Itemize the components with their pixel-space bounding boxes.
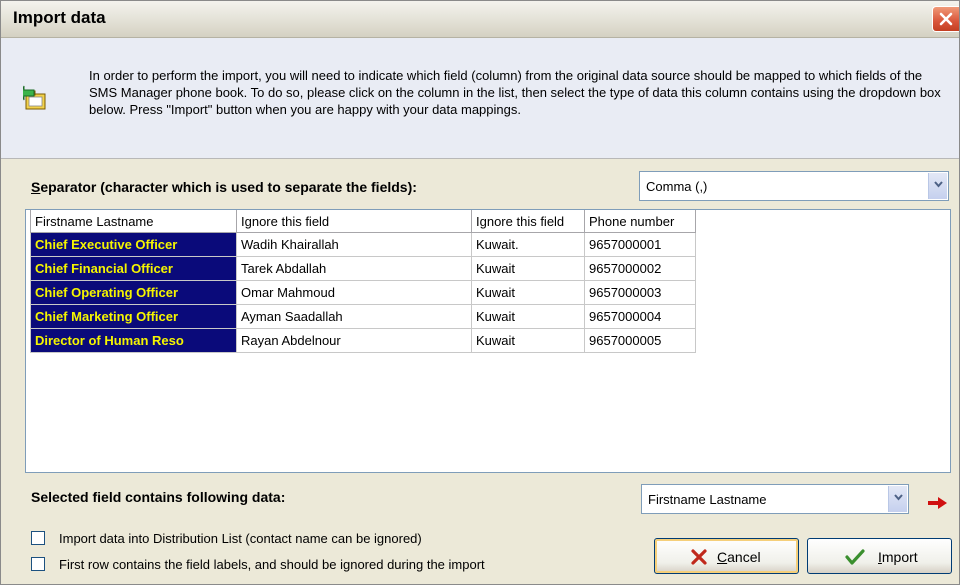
- table-cell[interactable]: 9657000004: [584, 304, 696, 329]
- first-row-labels-checkbox[interactable]: [31, 557, 45, 571]
- table-cell[interactable]: Omar Mahmoud: [236, 280, 472, 305]
- first-row-labels-option[interactable]: First row contains the field labels, and…: [31, 557, 631, 573]
- field-type-value: Firstname Lastname: [648, 492, 767, 507]
- distribution-list-checkbox[interactable]: [31, 531, 45, 545]
- distribution-list-label: Import data into Distribution List (cont…: [59, 531, 422, 546]
- separator-label-text: eparator (character which is used to sep…: [40, 179, 417, 195]
- checkmark-icon: [845, 549, 865, 565]
- table-cell[interactable]: 9657000002: [584, 256, 696, 281]
- table-cell[interactable]: Kuwait: [471, 328, 585, 353]
- window-title: Import data: [13, 8, 106, 27]
- table-row[interactable]: Chief Marketing Officer Ayman Saadallah …: [30, 304, 696, 329]
- table-cell[interactable]: Kuwait.: [471, 232, 585, 257]
- table-cell[interactable]: 9657000005: [584, 328, 696, 353]
- close-icon: [939, 12, 953, 26]
- first-row-labels-label: First row contains the field labels, and…: [59, 557, 485, 572]
- table-cell[interactable]: 9657000001: [584, 232, 696, 257]
- red-arrow-icon: [928, 497, 947, 509]
- field-type-select[interactable]: Firstname Lastname: [641, 484, 909, 514]
- data-grid[interactable]: Firstname Lastname Ignore this field Ign…: [25, 209, 951, 473]
- cancel-accesskey: C: [717, 549, 728, 565]
- table-row[interactable]: Chief Executive Officer Wadih Khairallah…: [30, 232, 696, 257]
- table-cell[interactable]: Rayan Abdelnour: [236, 328, 472, 353]
- title-bar[interactable]: Import data: [1, 1, 959, 38]
- separator-select[interactable]: Comma (,): [639, 171, 949, 201]
- table-row[interactable]: Chief Financial Officer Tarek Abdallah K…: [30, 256, 696, 281]
- cancel-label: Cancel: [717, 549, 761, 565]
- table-cell[interactable]: Kuwait: [471, 280, 585, 305]
- column-header[interactable]: Ignore this field: [236, 210, 472, 233]
- separator-accesskey: S: [31, 179, 41, 195]
- chevron-down-icon: [894, 494, 903, 501]
- cancel-label-text: ancel: [727, 549, 761, 565]
- selected-field-label: Selected field contains following data:: [31, 489, 286, 505]
- table-cell[interactable]: Chief Operating Officer: [30, 280, 237, 305]
- info-text: In order to perform the import, you will…: [89, 68, 941, 117]
- grid-header-row: Firstname Lastname Ignore this field Ign…: [30, 210, 696, 233]
- separator-label: Separator (character which is used to se…: [31, 179, 417, 195]
- table-cell[interactable]: 9657000003: [584, 280, 696, 305]
- info-panel: In order to perform the import, you will…: [1, 38, 959, 159]
- table-cell[interactable]: Chief Financial Officer: [30, 256, 237, 281]
- field-type-dropdown-button[interactable]: [888, 486, 907, 512]
- column-header[interactable]: Firstname Lastname: [30, 210, 237, 233]
- data-table: Firstname Lastname Ignore this field Ign…: [30, 210, 696, 353]
- cancel-button[interactable]: Cancel: [654, 538, 799, 574]
- table-row[interactable]: Director of Human Reso Rayan Abdelnour K…: [30, 328, 696, 353]
- table-cell[interactable]: Chief Executive Officer: [30, 232, 237, 257]
- import-button[interactable]: Import: [807, 538, 952, 574]
- table-cell[interactable]: Kuwait: [471, 304, 585, 329]
- table-row[interactable]: Chief Operating Officer Omar Mahmoud Kuw…: [30, 280, 696, 305]
- table-cell[interactable]: Ayman Saadallah: [236, 304, 472, 329]
- chevron-down-icon: [934, 181, 943, 188]
- table-cell[interactable]: Director of Human Reso: [30, 328, 237, 353]
- close-button[interactable]: [932, 6, 959, 32]
- column-header[interactable]: Phone number: [584, 210, 696, 233]
- cancel-icon: [691, 549, 707, 565]
- separator-dropdown-button[interactable]: [928, 173, 947, 199]
- separator-value: Comma (,): [646, 179, 708, 194]
- distribution-list-option[interactable]: Import data into Distribution List (cont…: [31, 531, 631, 547]
- table-cell[interactable]: Chief Marketing Officer: [30, 304, 237, 329]
- import-dialog: Import data In order to perform the impo…: [0, 0, 960, 585]
- import-label-text: mport: [881, 549, 918, 565]
- import-icon: [23, 85, 46, 110]
- table-cell[interactable]: Wadih Khairallah: [236, 232, 472, 257]
- table-cell[interactable]: Tarek Abdallah: [236, 256, 472, 281]
- import-label: Import: [878, 549, 918, 565]
- column-header[interactable]: Ignore this field: [471, 210, 585, 233]
- table-cell[interactable]: Kuwait: [471, 256, 585, 281]
